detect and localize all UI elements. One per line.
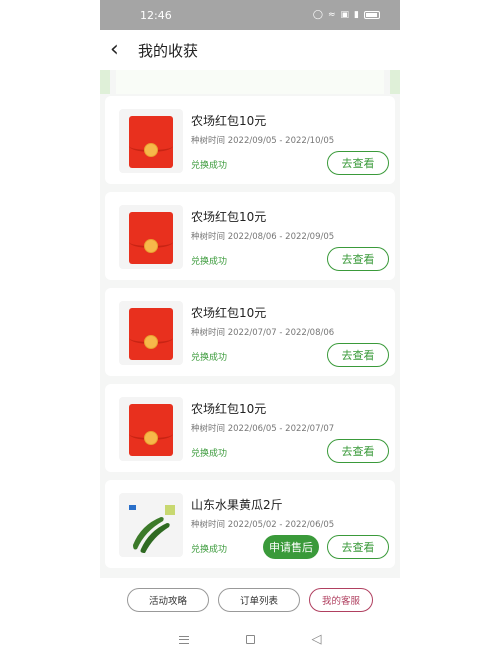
status-icons: ◯ ≈ ▣ ▮ (313, 10, 380, 20)
cucumber-icon (129, 505, 175, 553)
view-button[interactable]: 去查看 (327, 535, 389, 559)
reward-status: 兑换成功 (191, 161, 228, 171)
chevron-left-icon[interactable]: ‹ (110, 39, 132, 61)
reward-thumbnail (119, 493, 183, 557)
hd-icon: ▣ (340, 10, 350, 20)
page-header: ‹ 我的收获 (100, 30, 400, 70)
reward-card: 农场红包10元 种树时间 2022/08/06 - 2022/09/05 兑换成… (105, 192, 395, 280)
rewards-list[interactable]: 农场红包10元 种树时间 2022/09/05 - 2022/10/05 兑换成… (100, 70, 400, 578)
order-list-button[interactable]: 订单列表 (218, 588, 300, 612)
reward-thumbnail (119, 301, 183, 365)
reward-date: 种树时间 2022/09/05 - 2022/10/05 (191, 136, 335, 146)
view-button[interactable]: 去查看 (327, 439, 389, 463)
status-bar: 12:46 ◯ ≈ ▣ ▮ (100, 0, 400, 30)
battery-icon (364, 11, 380, 19)
reward-name: 山东水果黄瓜2斤 (191, 498, 283, 512)
reward-thumbnail (119, 397, 183, 461)
page-title: 我的收获 (138, 41, 199, 60)
view-button[interactable]: 去查看 (327, 247, 389, 271)
menu-icon[interactable] (178, 635, 189, 644)
status-time: 12:46 (140, 8, 172, 22)
back-triangle-icon[interactable]: ◁ (312, 632, 322, 647)
reward-card: 山东水果黄瓜2斤 种树时间 2022/05/02 - 2022/06/05 兑换… (105, 480, 395, 568)
footer-actions: 活动攻略 订单列表 我的客服 (100, 578, 400, 622)
reward-name: 农场红包10元 (191, 402, 267, 416)
reward-status: 兑换成功 (191, 449, 228, 459)
system-nav-bar: ◁ (100, 622, 400, 657)
customer-service-button[interactable]: 我的客服 (309, 588, 373, 612)
reward-date: 种树时间 2022/07/07 - 2022/08/06 (191, 328, 335, 338)
reward-status: 兑换成功 (191, 257, 228, 267)
red-envelope-icon (129, 116, 173, 168)
reward-date: 种树时间 2022/08/06 - 2022/09/05 (191, 232, 335, 242)
reward-date: 种树时间 2022/05/02 - 2022/06/05 (191, 520, 335, 530)
red-envelope-icon (129, 404, 173, 456)
after-sale-button[interactable]: 申请售后 (263, 535, 319, 559)
reward-thumbnail (119, 109, 183, 173)
reward-status: 兑换成功 (191, 545, 228, 555)
shield-icon: ◯ (312, 10, 323, 20)
reward-card: 农场红包10元 种树时间 2022/06/05 - 2022/07/07 兑换成… (105, 384, 395, 472)
signal-icon: ▮ (354, 10, 359, 20)
view-button[interactable]: 去查看 (327, 151, 389, 175)
reward-date: 种树时间 2022/06/05 - 2022/07/07 (191, 424, 335, 434)
wifi-icon: ≈ (327, 10, 336, 20)
view-button[interactable]: 去查看 (327, 343, 389, 367)
reward-name: 农场红包10元 (191, 306, 267, 320)
red-envelope-icon (129, 212, 173, 264)
home-square-icon[interactable] (245, 635, 255, 644)
reward-status: 兑换成功 (191, 353, 228, 363)
reward-card: 农场红包10元 种树时间 2022/09/05 - 2022/10/05 兑换成… (105, 96, 395, 184)
reward-name: 农场红包10元 (191, 210, 267, 224)
phone-screen: 12:46 ◯ ≈ ▣ ▮ ‹ 我的收获 农场红包10元 种树时间 2022/0… (100, 0, 400, 657)
banner-strip (100, 70, 400, 94)
activity-guide-button[interactable]: 活动攻略 (127, 588, 209, 612)
reward-thumbnail (119, 205, 183, 269)
red-envelope-icon (129, 308, 173, 360)
reward-name: 农场红包10元 (191, 114, 267, 128)
reward-card: 农场红包10元 种树时间 2022/07/07 - 2022/08/06 兑换成… (105, 288, 395, 376)
